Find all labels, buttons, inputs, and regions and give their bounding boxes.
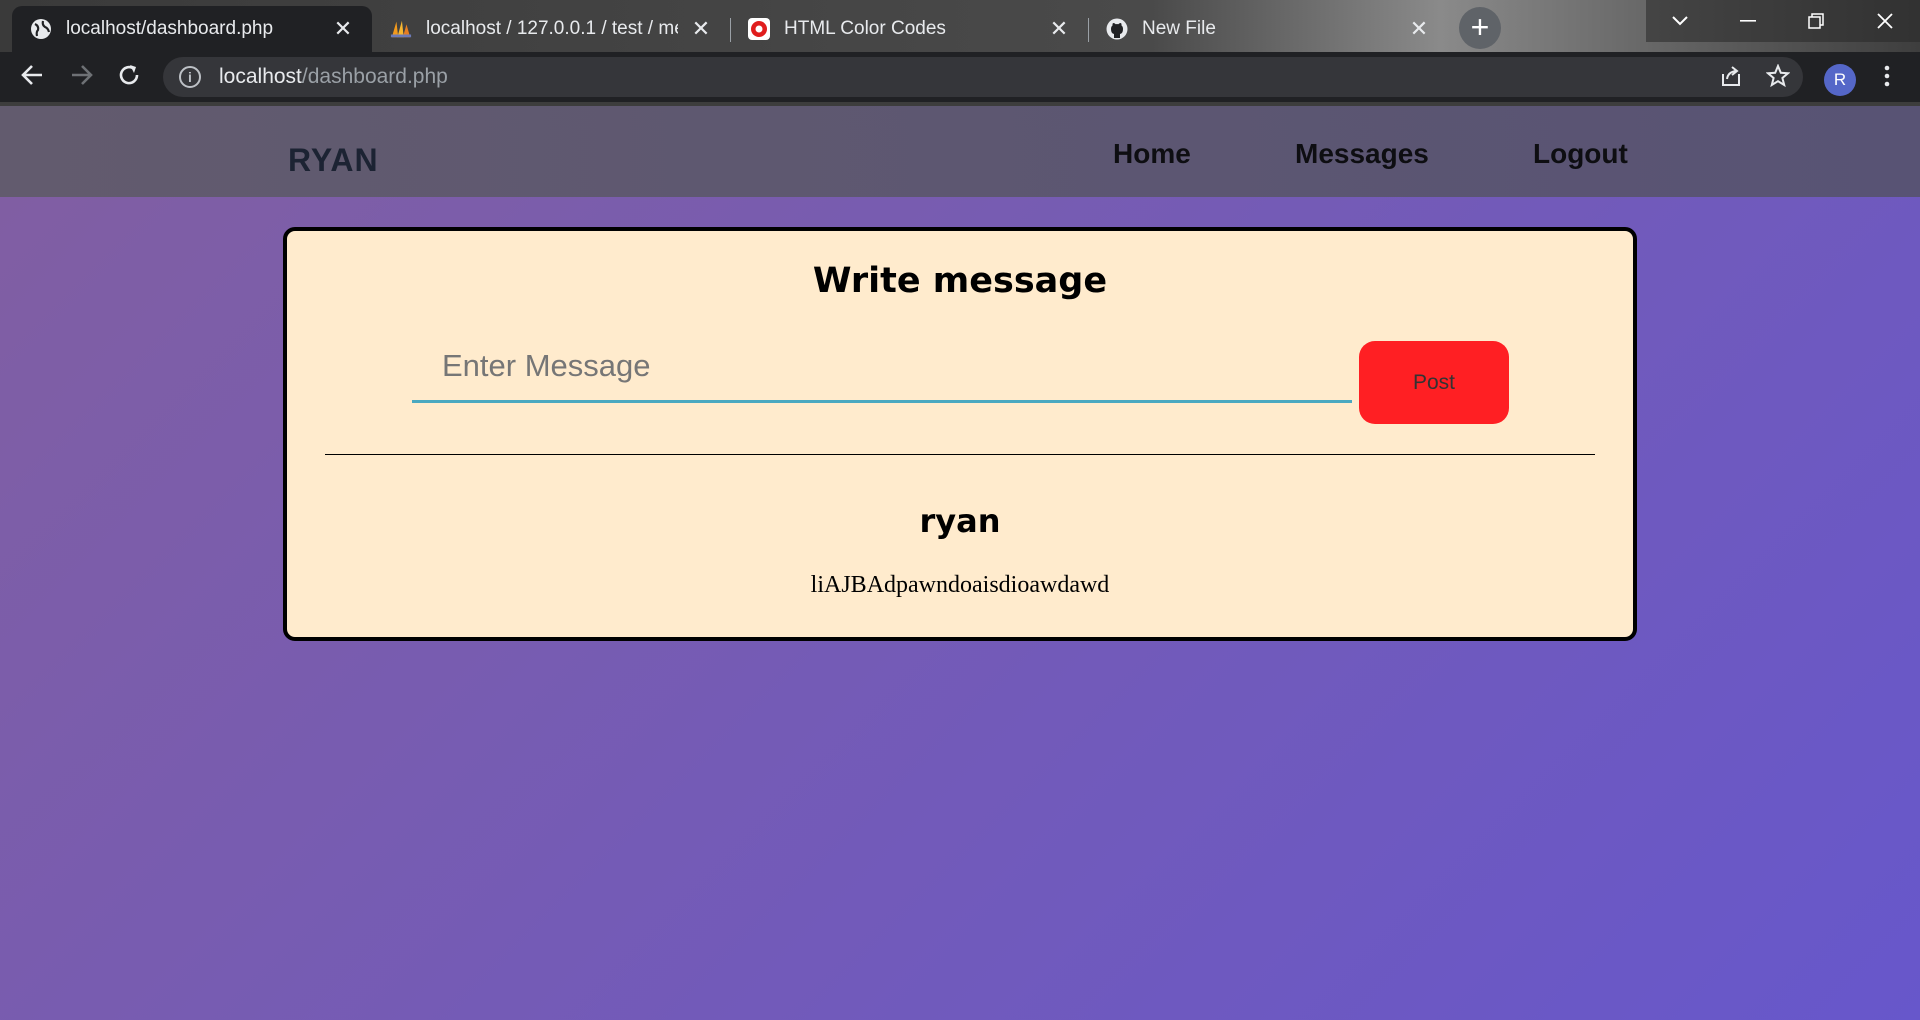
profile-avatar[interactable]: R (1824, 64, 1856, 96)
close-tab-icon[interactable]: ✕ (332, 16, 354, 42)
composer-title: Write message (812, 261, 1108, 301)
message-card: Write message Post ryan liAJBAdpawndoais… (283, 227, 1637, 641)
color-codes-icon (748, 18, 770, 40)
forward-icon[interactable] (66, 62, 96, 92)
globe-icon (30, 18, 52, 40)
site-info-icon[interactable]: i (179, 66, 201, 88)
site-header: RYAN Home Messages Logout (0, 106, 1920, 197)
post-button[interactable]: Post (1359, 341, 1509, 424)
close-window-icon[interactable] (1850, 0, 1920, 42)
tab-title: New File (1142, 18, 1216, 39)
close-tab-icon[interactable]: ✕ (1048, 16, 1070, 42)
browser-menu-icon[interactable] (1872, 64, 1902, 94)
message-body: liAJBAdpawndoaisdioawdawd (810, 572, 1110, 598)
tab-title: HTML Color Codes (784, 18, 946, 39)
address-host: localhost (219, 65, 302, 88)
close-tab-icon[interactable]: ✕ (1408, 16, 1430, 42)
phpmyadmin-icon (390, 18, 412, 40)
tab-search-icon[interactable] (1646, 0, 1714, 42)
message-input[interactable] (412, 331, 1352, 403)
minimize-icon[interactable] (1714, 0, 1782, 42)
nav-logout[interactable]: Logout (1533, 138, 1628, 170)
tab-dashboard[interactable]: localhost/dashboard.php ✕ (12, 6, 372, 52)
address-bar[interactable]: i localhost/dashboard.php (163, 57, 1803, 97)
nav-messages[interactable]: Messages (1295, 138, 1429, 170)
tab-title: localhost / 127.0.0.1 / test / messages (426, 18, 678, 39)
close-tab-icon[interactable]: ✕ (690, 16, 712, 42)
tab-phpmyadmin[interactable]: localhost / 127.0.0.1 / test / messages … (372, 6, 730, 52)
tab-title: localhost/dashboard.php (66, 18, 274, 39)
brand-logo[interactable]: RYAN (288, 142, 379, 179)
back-icon[interactable] (18, 62, 48, 92)
divider (325, 454, 1595, 455)
browser-tab-strip: localhost/dashboard.php ✕ localhost / 12… (0, 0, 1920, 52)
tab-new-file[interactable]: New File ✕ (1088, 6, 1448, 52)
nav-home[interactable]: Home (1113, 138, 1191, 170)
browser-toolbar: i localhost/dashboard.php R (0, 52, 1920, 106)
share-icon[interactable] (1716, 64, 1746, 94)
reload-icon[interactable] (114, 62, 144, 92)
restore-icon[interactable] (1782, 0, 1850, 42)
new-tab-button[interactable]: + (1459, 7, 1501, 49)
github-icon (1106, 18, 1128, 40)
message-author: ryan (919, 502, 1001, 540)
address-path: /dashboard.php (301, 65, 448, 88)
bookmark-star-icon[interactable] (1763, 63, 1793, 94)
tab-color-codes[interactable]: HTML Color Codes ✕ (730, 6, 1088, 52)
